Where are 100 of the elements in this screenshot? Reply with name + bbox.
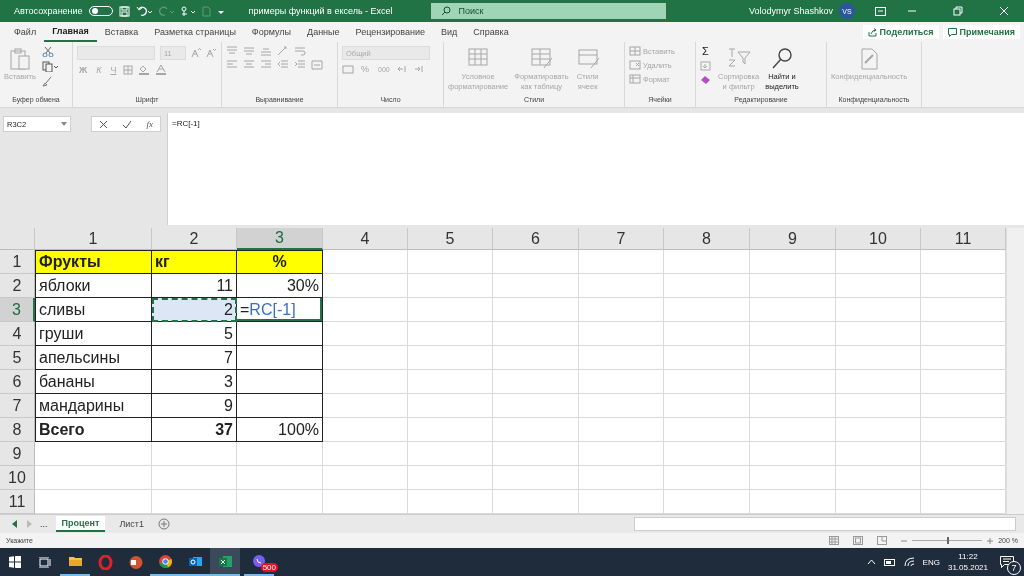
zoom-in-icon[interactable] <box>987 537 994 544</box>
sheet-tab[interactable]: Процент <box>55 516 106 532</box>
ribbon-tab[interactable]: Рецензирование <box>347 22 434 42</box>
table-cell[interactable] <box>237 394 323 418</box>
comment-icon <box>947 27 957 37</box>
column-header[interactable]: 10 <box>836 228 921 250</box>
restore-icon[interactable] <box>952 6 964 16</box>
column-header[interactable]: 4 <box>323 228 408 250</box>
row-header[interactable]: 10 <box>0 466 35 490</box>
table-cell[interactable]: груши <box>35 322 152 346</box>
task-view-icon[interactable] <box>39 556 51 568</box>
scroll-right-icon[interactable] <box>26 520 32 528</box>
row-header[interactable]: 2 <box>0 274 35 298</box>
clock-time[interactable]: 11:22 <box>958 551 978 562</box>
ribbon-tab[interactable]: Вставка <box>96 22 147 42</box>
row-header[interactable]: 7 <box>0 394 35 418</box>
row-header[interactable]: 3 <box>0 298 35 322</box>
user-name: Volodymyr Shashkov <box>748 6 833 16</box>
row-header[interactable]: 9 <box>0 442 35 466</box>
document-icon[interactable] <box>201 5 211 17</box>
ribbon-tab[interactable]: Разметка страницы <box>146 22 244 42</box>
column-header[interactable]: 3 <box>237 228 323 250</box>
share-button[interactable]: Поделиться <box>862 25 939 39</box>
undo-icon[interactable] <box>135 5 152 17</box>
sheet-tab[interactable]: Лист1 <box>113 517 150 531</box>
close-icon[interactable] <box>998 6 1010 16</box>
table-cell[interactable]: апельсины <box>35 346 152 370</box>
taskbar-app[interactable]: 500 <box>244 548 274 576</box>
windows-start-icon[interactable] <box>9 556 21 568</box>
select-all-button[interactable] <box>0 228 35 250</box>
eraser-icon[interactable] <box>700 75 712 85</box>
clock-date[interactable]: 31.05.2021 <box>947 562 988 573</box>
scroll-left-icon[interactable] <box>12 520 18 528</box>
notifications-icon[interactable] <box>1000 556 1014 568</box>
scissors-icon[interactable] <box>41 46 54 57</box>
table-cell[interactable]: 3 <box>152 370 237 394</box>
language-indicator[interactable]: ENG <box>922 557 940 567</box>
table-cell[interactable] <box>237 322 323 346</box>
column-header[interactable]: 5 <box>408 228 493 250</box>
horizontal-scrollbar[interactable] <box>634 517 1016 531</box>
insert-function-button[interactable]: fx <box>146 119 153 129</box>
table-cell[interactable]: % <box>237 250 323 274</box>
ribbon-tab[interactable]: Файл <box>6 22 45 42</box>
table-cell[interactable]: Всего <box>35 418 152 442</box>
column-header[interactable]: 2 <box>152 228 237 250</box>
page-break-icon[interactable] <box>877 536 888 545</box>
ribbon-tab[interactable]: Вид <box>433 22 466 42</box>
column-header[interactable]: 8 <box>664 228 750 250</box>
table-cell[interactable]: 30% <box>237 274 323 298</box>
page-layout-icon[interactable] <box>853 536 864 545</box>
ribbon-tab[interactable]: Справка <box>465 22 517 42</box>
table-cell[interactable]: =RC[-1] <box>237 298 323 322</box>
row-header[interactable]: 6 <box>0 370 35 394</box>
ribbon-display-icon[interactable] <box>875 6 886 16</box>
save-icon[interactable] <box>118 5 130 17</box>
comments-button[interactable]: Примечания <box>942 25 1020 39</box>
row-header[interactable]: 4 <box>0 322 35 346</box>
autosum-button[interactable]: Σ <box>700 46 712 57</box>
check-icon[interactable] <box>122 119 133 129</box>
row-header[interactable]: 1 <box>0 250 35 274</box>
table-cell[interactable]: яблоки <box>35 274 152 298</box>
battery-icon[interactable] <box>883 558 896 566</box>
table-cell[interactable]: кг <box>152 250 237 274</box>
table-cell[interactable]: мандарины <box>35 394 152 418</box>
search-field[interactable]: Поиск <box>430 3 666 19</box>
table-cell[interactable]: 5 <box>152 322 237 346</box>
redo-icon[interactable] <box>157 5 174 17</box>
zoom-out-icon[interactable] <box>901 537 908 544</box>
normal-view-icon[interactable] <box>829 536 840 545</box>
row-header[interactable]: 11 <box>0 490 35 514</box>
column-header[interactable]: 6 <box>493 228 579 250</box>
touch-mode-icon[interactable] <box>179 5 196 17</box>
copy-icon[interactable] <box>41 61 58 72</box>
fill-down-icon[interactable] <box>700 61 712 71</box>
chevron-up-icon[interactable] <box>866 559 876 565</box>
table-cell[interactable] <box>237 346 323 370</box>
table-cell[interactable]: 7 <box>152 346 237 370</box>
cancel-icon[interactable] <box>99 119 109 129</box>
column-header[interactable]: 1 <box>35 228 152 250</box>
table-cell[interactable]: 9 <box>152 394 237 418</box>
wifi-icon[interactable] <box>903 557 915 567</box>
brush-icon[interactable] <box>41 76 54 87</box>
table-cell[interactable]: Фрукты <box>35 250 152 274</box>
column-header[interactable]: 9 <box>750 228 836 250</box>
vertical-scrollbar[interactable] <box>1006 228 1024 514</box>
column-header[interactable]: 11 <box>921 228 1006 250</box>
table-cell[interactable]: бананы <box>35 370 152 394</box>
slider-thumb[interactable] <box>947 537 950 544</box>
row-header[interactable]: 8 <box>0 418 35 442</box>
ribbon-tab[interactable]: Данные <box>299 22 348 42</box>
more-sheets-button[interactable]: ... <box>40 519 48 529</box>
table-cell[interactable]: 37 <box>152 418 237 442</box>
table-cell[interactable]: 2 <box>152 298 237 322</box>
table-cell[interactable]: 100% <box>237 418 323 442</box>
ribbon-tab[interactable]: Формулы <box>243 22 300 42</box>
row-header[interactable]: 5 <box>0 346 35 370</box>
table-cell[interactable] <box>237 370 323 394</box>
add-sheet-icon[interactable] <box>157 518 170 530</box>
column-header[interactable]: 7 <box>579 228 664 250</box>
formula-field[interactable]: =RC[-1] <box>167 113 1024 225</box>
